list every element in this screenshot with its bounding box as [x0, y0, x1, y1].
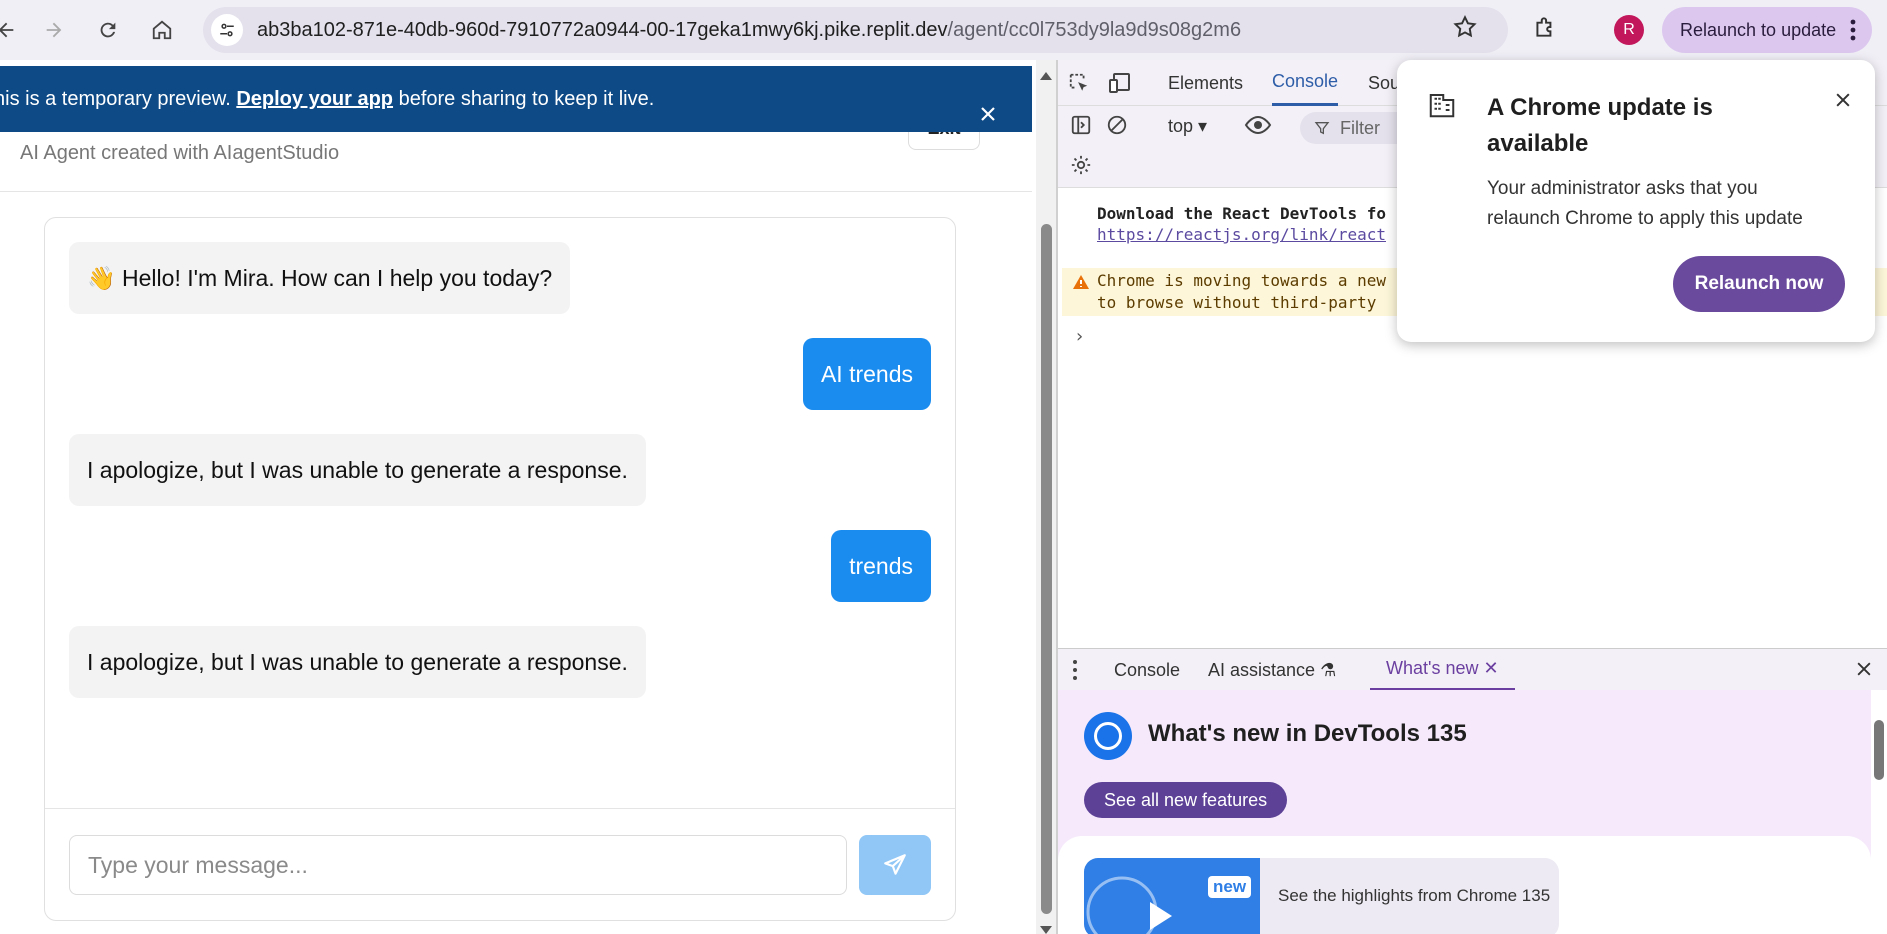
page-scrollbar[interactable]	[1036, 60, 1056, 934]
close-icon[interactable]: ✕	[1484, 658, 1499, 678]
context-value: top	[1168, 116, 1194, 136]
web-page: Exit his is a temporary preview. Deploy …	[0, 60, 1036, 934]
new-badge: new	[1208, 876, 1252, 898]
agent-subtitle: AI Agent created with AIagentStudio	[20, 142, 340, 164]
tab-console[interactable]: Console	[1272, 60, 1339, 106]
divider	[45, 808, 955, 809]
close-icon[interactable]	[976, 87, 1000, 121]
send-button[interactable]	[859, 835, 931, 895]
bot-message: 👋 Hello! I'm Mira. How can I help you to…	[69, 242, 571, 314]
whats-new-label: What's new	[1386, 658, 1479, 678]
context-select[interactable]: top ▾	[1168, 116, 1207, 137]
warning-icon	[1073, 275, 1089, 289]
relaunch-now-button[interactable]: Relaunch now	[1673, 256, 1845, 312]
drawer-tab-ai-assistance[interactable]: AI assistance ⚗	[1208, 649, 1336, 691]
bot-message: I apologize, but I was unable to generat…	[69, 626, 646, 698]
whats-new-scrollbar[interactable]	[1871, 690, 1887, 934]
drawer-tab-console[interactable]: Console	[1114, 649, 1180, 691]
building-icon	[1427, 90, 1457, 125]
scrollbar-thumb[interactable]	[1874, 720, 1884, 780]
banner-text: his is a temporary preview. Deploy your …	[0, 66, 654, 132]
drawer-tab-whats-new[interactable]: What's new ✕	[1370, 649, 1515, 691]
message-input[interactable]	[69, 835, 847, 895]
browser-toolbar: ab3ba102-871e-40db-960d-7910772a0944-00-…	[0, 0, 1887, 60]
sidebar-toggle-icon[interactable]	[1070, 114, 1092, 141]
url-path: /agent/cc0l753dy9la9d9s08g2m6	[947, 19, 1242, 41]
relaunch-to-update-button[interactable]: Relaunch to update	[1662, 7, 1872, 53]
console-prompt-chevron-icon[interactable]: ›	[1074, 326, 1085, 347]
video-thumbnail: new	[1084, 858, 1260, 934]
settings-gear-icon[interactable]	[1070, 154, 1092, 181]
highlights-video-card[interactable]: new See the highlights from Chrome 135	[1084, 858, 1559, 934]
user-message: AI trends	[802, 338, 931, 410]
chrome-update-popup: A Chrome update is available Your admini…	[1397, 60, 1875, 342]
drawer-tabbar: Console AI assistance ⚗ What's new ✕	[1058, 648, 1887, 691]
update-title: A Chrome update is available	[1487, 94, 1713, 157]
eye-icon[interactable]	[1244, 114, 1272, 141]
site-settings-icon[interactable]	[211, 14, 243, 46]
home-icon[interactable]	[142, 10, 182, 50]
address-bar[interactable]: ab3ba102-871e-40db-960d-7910772a0944-00-…	[203, 7, 1508, 53]
kebab-menu-icon[interactable]	[1850, 19, 1856, 46]
extensions-puzzle-icon[interactable]	[1532, 14, 1558, 45]
bot-message: I apologize, but I was unable to generat…	[69, 434, 646, 506]
close-icon[interactable]	[1833, 90, 1853, 115]
reload-icon[interactable]	[88, 10, 128, 50]
console-log-entry: Download the React DevTools fo https://r…	[1097, 204, 1386, 244]
chat-panel: 👋 Hello! I'm Mira. How can I help you to…	[44, 217, 956, 921]
back-arrow-icon[interactable]	[0, 10, 26, 50]
banner-suffix: before sharing to keep it live.	[398, 88, 655, 110]
video-play-icon	[1086, 876, 1172, 934]
tab-elements[interactable]: Elements	[1168, 60, 1243, 106]
filter-placeholder: Filter	[1340, 118, 1380, 138]
bookmark-star-icon[interactable]	[1452, 14, 1478, 45]
preview-banner: his is a temporary preview. Deploy your …	[0, 66, 1032, 132]
divider	[0, 191, 1032, 192]
ai-assistance-label: AI assistance	[1208, 660, 1316, 680]
whats-new-panel: What's new in DevTools 135 See all new f…	[1058, 690, 1871, 934]
device-toolbar-icon[interactable]	[1108, 72, 1132, 99]
scrollbar-thumb[interactable]	[1041, 224, 1052, 914]
drawer-menu-icon[interactable]	[1072, 659, 1078, 686]
scroll-up-arrow-icon[interactable]	[1040, 72, 1052, 80]
url-text: ab3ba102-871e-40db-960d-7910772a0944-00-…	[257, 7, 1241, 53]
flask-icon: ⚗	[1320, 660, 1337, 680]
user-message: trends	[831, 530, 931, 602]
clear-console-icon[interactable]	[1106, 114, 1128, 141]
chrome-devtools-logo-icon	[1084, 712, 1132, 760]
close-drawer-icon[interactable]	[1854, 659, 1874, 684]
relaunch-label: Relaunch to update	[1680, 19, 1837, 40]
log-text: Download the React DevTools fo	[1097, 204, 1386, 223]
whats-new-title: What's new in DevTools 135	[1148, 720, 1467, 747]
forward-arrow-icon[interactable]	[34, 10, 74, 50]
inspect-element-icon[interactable]	[1068, 72, 1090, 99]
scroll-down-arrow-icon[interactable]	[1040, 926, 1052, 934]
filter-icon	[1314, 122, 1330, 135]
update-body: Your administrator asks that you relaunc…	[1487, 178, 1803, 229]
see-all-features-button[interactable]: See all new features	[1084, 782, 1288, 818]
url-host: ab3ba102-871e-40db-960d-7910772a0944-00-…	[257, 19, 948, 41]
deploy-app-link[interactable]: Deploy your app	[236, 88, 393, 110]
banner-prefix: his is a temporary preview.	[0, 88, 231, 110]
react-devtools-link[interactable]: https://reactjs.org/link/react	[1097, 225, 1386, 244]
tab-sources[interactable]: Sou	[1368, 60, 1400, 106]
profile-avatar[interactable]: R	[1614, 15, 1644, 45]
send-icon	[884, 854, 906, 875]
highlights-caption: See the highlights from Chrome 135	[1278, 886, 1551, 905]
